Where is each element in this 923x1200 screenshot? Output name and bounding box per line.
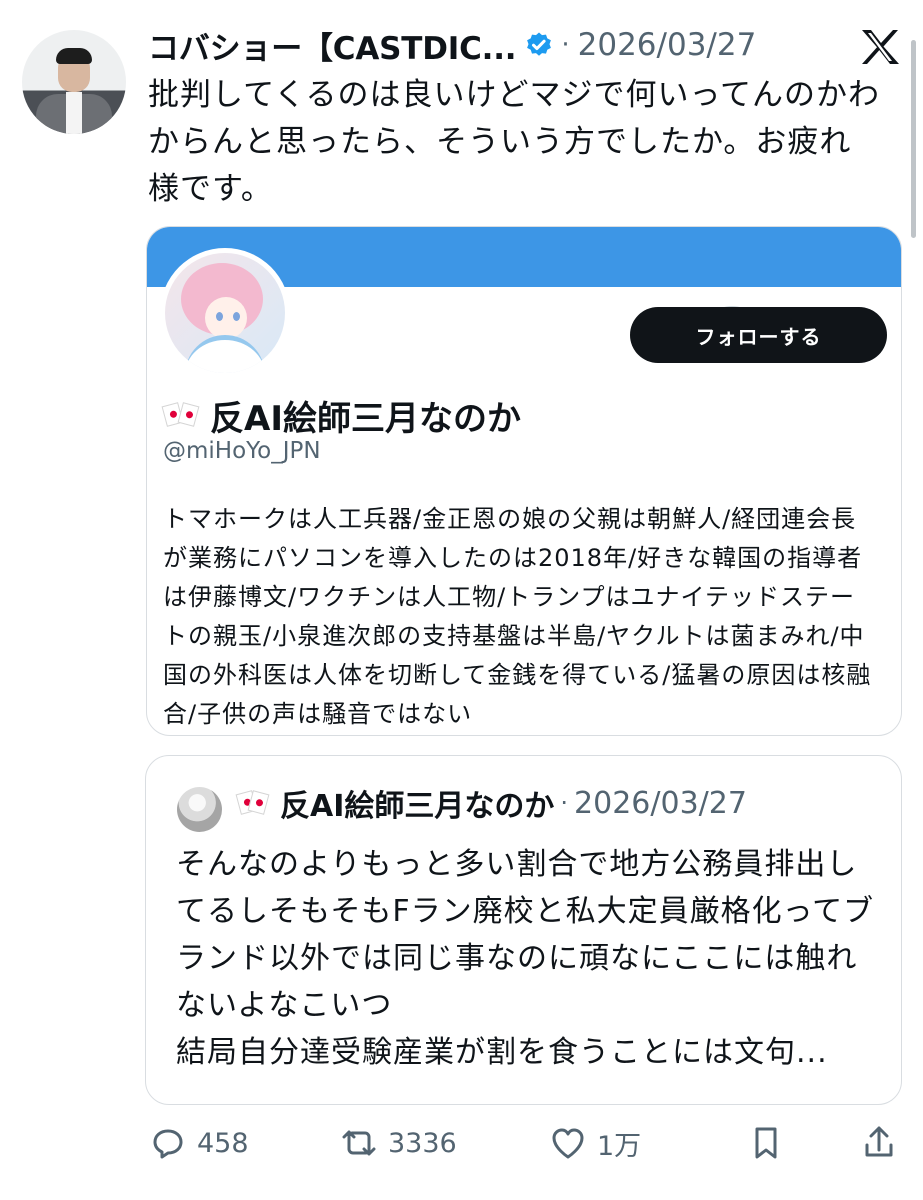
avatar-left-eye: [216, 312, 223, 321]
tweet-date[interactable]: 2026/03/27: [578, 27, 757, 63]
quoted-author-name[interactable]: 反AI絵師三月なのか: [280, 781, 554, 825]
repost-icon: [342, 1130, 376, 1156]
reply-count: 458: [197, 1127, 249, 1159]
profile-name[interactable]: 反AI絵師三月なのか: [210, 391, 521, 440]
japan-flags-icon: [235, 788, 270, 819]
reply-button[interactable]: 458: [148, 1123, 249, 1163]
profile-handle[interactable]: @miHoYo_JPN: [163, 438, 321, 464]
like-count: 1万: [597, 1130, 642, 1162]
avatar-anime-face: [205, 297, 247, 339]
tweet-actions: 458 3336 1万: [148, 1123, 903, 1171]
profile-bio: トマホークは人工兵器/金正恩の娘の父親は朝鮮人/経団連会長が業務にパソコンを導入…: [163, 505, 872, 728]
follow-button[interactable]: フォローする: [630, 307, 887, 363]
author-avatar[interactable]: [22, 30, 126, 134]
x-logo-icon[interactable]: [859, 28, 901, 66]
profile-name-row: 反AI絵師三月なのか: [161, 391, 521, 440]
reply-icon: [153, 1129, 183, 1159]
quoted-tweet-text: そんなのよりもっと多い割合で地方公務員排出してるしそもそもFラン廃校と私大定員厳…: [176, 847, 875, 1070]
repost-count: 3336: [388, 1127, 457, 1159]
profile-avatar-image: [165, 253, 285, 373]
bookmark-button[interactable]: [746, 1123, 795, 1163]
profile-avatar[interactable]: [160, 248, 290, 378]
quoted-tweet-card[interactable]: 反AI絵師三月なのか · 2026/03/27 そんなのよりもっと多い割合で地方…: [145, 755, 902, 1105]
quoted-separator: ·: [560, 789, 569, 817]
verified-badge-icon: [525, 31, 553, 59]
heart-icon: [552, 1128, 584, 1159]
avatar-anime-outfit: [185, 335, 265, 373]
share-icon: [865, 1126, 893, 1157]
bookmark-icon: [755, 1127, 777, 1159]
avatar-hair: [56, 48, 92, 64]
japan-flags-icon: [161, 400, 200, 432]
quoted-tweet-header: 反AI絵師三月なのか · 2026/03/27: [235, 781, 747, 825]
tweet-text: 批判してくるのは良いけどマジで何いってんのかわからんと思ったら、そういう方でした…: [148, 77, 880, 207]
scrollbar[interactable]: [911, 40, 916, 238]
avatar-right-eye: [233, 312, 240, 321]
avatar-shirt: [66, 92, 82, 134]
repost-button[interactable]: 3336: [339, 1123, 457, 1163]
header-separator: ·: [561, 30, 570, 60]
embedded-profile-card[interactable]: フォローする 反AI絵師三月なのか @miHoYo_JPN トマホークは人工兵器…: [146, 226, 902, 736]
quoted-tweet-date[interactable]: 2026/03/27: [574, 786, 747, 821]
like-button[interactable]: 1万: [548, 1123, 641, 1163]
quoted-author-avatar[interactable]: [177, 787, 222, 832]
share-button[interactable]: [859, 1123, 908, 1163]
tweet-header: コバショー【CASTDIC... · 2026/03/27: [148, 26, 757, 67]
author-name[interactable]: コバショー【CASTDIC...: [148, 23, 517, 68]
